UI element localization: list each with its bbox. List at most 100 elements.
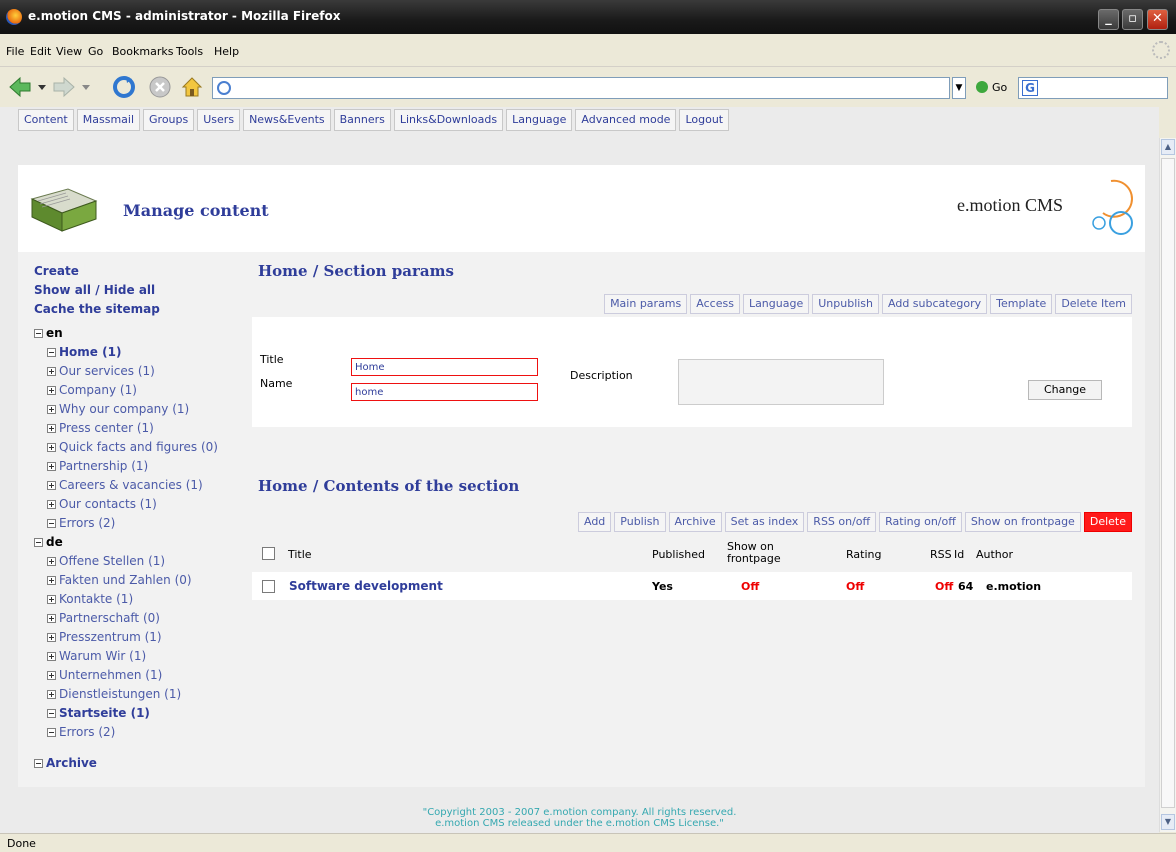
menu-help[interactable]: Help: [214, 45, 239, 58]
home-icon[interactable]: [180, 75, 204, 99]
change-button[interactable]: Change: [1028, 380, 1102, 400]
expand-icon[interactable]: [47, 671, 56, 680]
menu-links-downloads[interactable]: Links&Downloads: [393, 109, 504, 131]
google-search-icon[interactable]: G: [1022, 80, 1038, 96]
delete-button[interactable]: Delete: [1083, 512, 1132, 532]
expand-icon[interactable]: [47, 424, 56, 433]
stop-icon[interactable]: [148, 75, 172, 99]
tree-item[interactable]: Presszentrum (1): [34, 628, 254, 647]
row-rating-status[interactable]: Off: [846, 580, 864, 593]
expand-icon[interactable]: [47, 462, 56, 471]
tree-item[interactable]: Partnership (1): [34, 457, 254, 476]
reload-icon[interactable]: [112, 75, 136, 99]
menu-go[interactable]: Go: [88, 45, 103, 58]
tree-item[interactable]: Kontakte (1): [34, 590, 254, 609]
expand-icon[interactable]: [47, 557, 56, 566]
tree-item[interactable]: Offene Stellen (1): [34, 552, 254, 571]
tree-item[interactable]: Dienstleistungen (1): [34, 685, 254, 704]
tab-unpublish[interactable]: Unpublish: [812, 294, 880, 314]
expand-icon[interactable]: [47, 652, 56, 661]
row-checkbox[interactable]: [262, 580, 275, 593]
expand-icon[interactable]: [47, 633, 56, 642]
show-hide-all-link[interactable]: Show all / Hide all: [34, 281, 254, 300]
address-dropdown-button[interactable]: ▼: [952, 77, 966, 99]
go-button[interactable]: Go: [992, 81, 1007, 94]
expand-icon[interactable]: [47, 595, 56, 604]
back-icon[interactable]: [8, 75, 32, 99]
tab-access[interactable]: Access: [690, 294, 740, 314]
menu-tools[interactable]: Tools: [176, 45, 203, 58]
vertical-scrollbar[interactable]: ▲ ▼: [1159, 138, 1176, 832]
close-window-button[interactable]: ✕: [1147, 9, 1168, 30]
menu-advanced-mode[interactable]: Advanced mode: [575, 109, 677, 131]
expand-icon[interactable]: [47, 405, 56, 414]
create-link[interactable]: Create: [34, 262, 254, 281]
set-as-index-button[interactable]: Set as index: [724, 512, 805, 532]
tab-language[interactable]: Language: [742, 294, 810, 314]
menu-massmail[interactable]: Massmail: [76, 109, 141, 131]
tree-item-errors[interactable]: Errors (2): [34, 514, 254, 533]
maximize-button[interactable]: ▫: [1122, 9, 1143, 30]
tree-item-startseite[interactable]: Startseite (1): [34, 704, 254, 723]
tree-item[interactable]: Unternehmen (1): [34, 666, 254, 685]
publish-button[interactable]: Publish: [614, 512, 666, 532]
menu-news-events[interactable]: News&Events: [243, 109, 331, 131]
scrollbar-thumb[interactable]: [1161, 158, 1175, 808]
menu-bookmarks[interactable]: Bookmarks: [112, 45, 173, 58]
expand-icon[interactable]: [47, 386, 56, 395]
tab-main-params[interactable]: Main params: [604, 294, 688, 314]
add-button[interactable]: Add: [577, 512, 612, 532]
menu-view[interactable]: View: [56, 45, 82, 58]
tree-item-errors[interactable]: Errors (2): [34, 723, 254, 742]
tree-item[interactable]: Press center (1): [34, 419, 254, 438]
menu-users[interactable]: Users: [197, 109, 241, 131]
search-input[interactable]: G: [1018, 77, 1168, 99]
select-all-checkbox[interactable]: [262, 547, 275, 560]
minimize-button[interactable]: _: [1098, 9, 1119, 30]
tree-item[interactable]: Company (1): [34, 381, 254, 400]
tree-node-archive[interactable]: Archive: [34, 754, 254, 773]
collapse-icon[interactable]: [34, 329, 43, 338]
tree-item[interactable]: Warum Wir (1): [34, 647, 254, 666]
archive-button[interactable]: Archive: [668, 512, 722, 532]
forward-icon[interactable]: [52, 75, 76, 99]
rating-toggle-button[interactable]: Rating on/off: [879, 512, 962, 532]
expand-icon[interactable]: [47, 500, 56, 509]
menu-edit[interactable]: Edit: [30, 45, 51, 58]
tree-item[interactable]: Our contacts (1): [34, 495, 254, 514]
expand-icon[interactable]: [47, 481, 56, 490]
menu-file[interactable]: File: [6, 45, 24, 58]
address-bar[interactable]: [212, 77, 950, 99]
menu-banners[interactable]: Banners: [333, 109, 391, 131]
rss-toggle-button[interactable]: RSS on/off: [807, 512, 877, 532]
menu-content[interactable]: Content: [18, 109, 74, 131]
name-input[interactable]: [351, 383, 538, 401]
collapse-icon[interactable]: [47, 709, 56, 718]
back-dropdown-icon[interactable]: [36, 75, 48, 99]
go-icon[interactable]: [976, 81, 988, 93]
expand-icon[interactable]: [47, 614, 56, 623]
title-input[interactable]: [351, 358, 538, 376]
description-textarea[interactable]: [678, 359, 884, 405]
tree-item[interactable]: Our services (1): [34, 362, 254, 381]
tree-item[interactable]: Why our company (1): [34, 400, 254, 419]
scroll-down-icon[interactable]: ▼: [1161, 814, 1175, 830]
row-rss-status[interactable]: Off: [935, 580, 953, 593]
tree-node-de[interactable]: de: [34, 533, 254, 552]
menu-logout[interactable]: Logout: [679, 109, 730, 131]
tree-node-en[interactable]: en: [34, 324, 254, 343]
scroll-up-icon[interactable]: ▲: [1161, 139, 1175, 155]
cache-sitemap-link[interactable]: Cache the sitemap: [34, 300, 254, 319]
expand-icon[interactable]: [47, 443, 56, 452]
collapse-icon[interactable]: [47, 348, 56, 357]
tree-item[interactable]: Careers & vacancies (1): [34, 476, 254, 495]
collapse-icon[interactable]: [47, 519, 56, 528]
row-frontpage-status[interactable]: Off: [741, 580, 759, 593]
menu-language[interactable]: Language: [506, 109, 573, 131]
forward-dropdown-icon[interactable]: [80, 75, 92, 99]
show-on-frontpage-button[interactable]: Show on frontpage: [964, 512, 1081, 532]
expand-icon[interactable]: [47, 690, 56, 699]
tree-item[interactable]: Fakten und Zahlen (0): [34, 571, 254, 590]
tab-add-subcategory[interactable]: Add subcategory: [882, 294, 988, 314]
tab-delete-item[interactable]: Delete Item: [1055, 294, 1132, 314]
